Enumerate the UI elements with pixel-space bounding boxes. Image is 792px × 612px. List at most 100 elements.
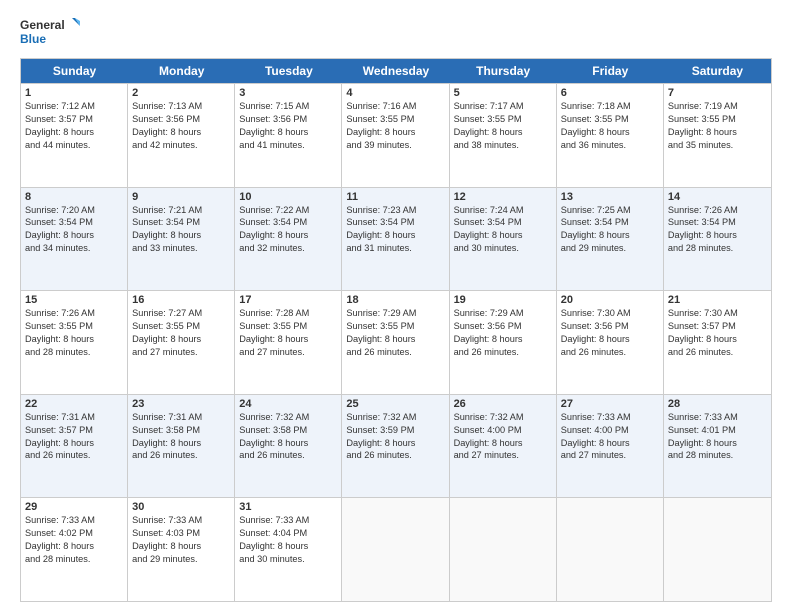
daylight-mins: and 29 minutes. — [132, 553, 230, 566]
daylight-mins: and 41 minutes. — [239, 139, 337, 152]
calendar-cell: 20Sunrise: 7:30 AMSunset: 3:56 PMDayligh… — [557, 291, 664, 394]
daylight: Daylight: 8 hours — [668, 229, 767, 242]
calendar-cell: 21Sunrise: 7:30 AMSunset: 3:57 PMDayligh… — [664, 291, 771, 394]
daylight-mins: and 30 minutes. — [454, 242, 552, 255]
daylight-mins: and 29 minutes. — [561, 242, 659, 255]
calendar-week-1: 1Sunrise: 7:12 AMSunset: 3:57 PMDaylight… — [21, 83, 771, 187]
calendar-cell: 30Sunrise: 7:33 AMSunset: 4:03 PMDayligh… — [128, 498, 235, 601]
daylight-mins: and 26 minutes. — [346, 346, 444, 359]
daylight: Daylight: 8 hours — [668, 126, 767, 139]
header-day-wednesday: Wednesday — [342, 59, 449, 83]
day-number: 16 — [132, 294, 230, 306]
sunrise: Sunrise: 7:33 AM — [239, 514, 337, 527]
calendar-cell — [342, 498, 449, 601]
daylight: Daylight: 8 hours — [25, 540, 123, 553]
daylight: Daylight: 8 hours — [132, 437, 230, 450]
sunset: Sunset: 3:57 PM — [25, 424, 123, 437]
sunrise: Sunrise: 7:25 AM — [561, 204, 659, 217]
day-number: 26 — [454, 398, 552, 410]
sunset: Sunset: 4:02 PM — [25, 527, 123, 540]
daylight: Daylight: 8 hours — [132, 540, 230, 553]
daylight-mins: and 35 minutes. — [668, 139, 767, 152]
sunrise: Sunrise: 7:33 AM — [25, 514, 123, 527]
calendar-cell: 23Sunrise: 7:31 AMSunset: 3:58 PMDayligh… — [128, 395, 235, 498]
sunset: Sunset: 3:55 PM — [668, 113, 767, 126]
daylight-mins: and 38 minutes. — [454, 139, 552, 152]
day-number: 25 — [346, 398, 444, 410]
sunset: Sunset: 3:56 PM — [561, 320, 659, 333]
sunrise: Sunrise: 7:16 AM — [346, 100, 444, 113]
day-number: 23 — [132, 398, 230, 410]
daylight-mins: and 30 minutes. — [239, 553, 337, 566]
sunset: Sunset: 3:58 PM — [239, 424, 337, 437]
sunset: Sunset: 3:54 PM — [668, 216, 767, 229]
daylight-mins: and 33 minutes. — [132, 242, 230, 255]
calendar-cell: 17Sunrise: 7:28 AMSunset: 3:55 PMDayligh… — [235, 291, 342, 394]
daylight-mins: and 26 minutes. — [132, 449, 230, 462]
calendar-cell: 29Sunrise: 7:33 AMSunset: 4:02 PMDayligh… — [21, 498, 128, 601]
daylight: Daylight: 8 hours — [561, 437, 659, 450]
calendar-cell: 3Sunrise: 7:15 AMSunset: 3:56 PMDaylight… — [235, 84, 342, 187]
day-number: 28 — [668, 398, 767, 410]
calendar-cell — [664, 498, 771, 601]
day-number: 3 — [239, 87, 337, 99]
sunset: Sunset: 3:54 PM — [132, 216, 230, 229]
sunset: Sunset: 3:55 PM — [346, 113, 444, 126]
header-day-monday: Monday — [128, 59, 235, 83]
calendar-cell: 18Sunrise: 7:29 AMSunset: 3:55 PMDayligh… — [342, 291, 449, 394]
calendar-cell: 24Sunrise: 7:32 AMSunset: 3:58 PMDayligh… — [235, 395, 342, 498]
calendar-cell: 14Sunrise: 7:26 AMSunset: 3:54 PMDayligh… — [664, 188, 771, 291]
sunset: Sunset: 3:55 PM — [239, 320, 337, 333]
daylight: Daylight: 8 hours — [239, 437, 337, 450]
sunset: Sunset: 3:54 PM — [239, 216, 337, 229]
calendar-cell: 26Sunrise: 7:32 AMSunset: 4:00 PMDayligh… — [450, 395, 557, 498]
daylight: Daylight: 8 hours — [561, 333, 659, 346]
sunset: Sunset: 3:57 PM — [25, 113, 123, 126]
sunrise: Sunrise: 7:32 AM — [239, 411, 337, 424]
sunrise: Sunrise: 7:31 AM — [25, 411, 123, 424]
sunrise: Sunrise: 7:29 AM — [454, 307, 552, 320]
sunset: Sunset: 3:55 PM — [561, 113, 659, 126]
daylight-mins: and 26 minutes. — [346, 449, 444, 462]
header-day-thursday: Thursday — [450, 59, 557, 83]
calendar-cell: 8Sunrise: 7:20 AMSunset: 3:54 PMDaylight… — [21, 188, 128, 291]
day-number: 27 — [561, 398, 659, 410]
sunset: Sunset: 3:59 PM — [346, 424, 444, 437]
sunset: Sunset: 4:03 PM — [132, 527, 230, 540]
day-number: 2 — [132, 87, 230, 99]
sunrise: Sunrise: 7:33 AM — [132, 514, 230, 527]
sunset: Sunset: 3:56 PM — [132, 113, 230, 126]
sunrise: Sunrise: 7:13 AM — [132, 100, 230, 113]
daylight: Daylight: 8 hours — [239, 540, 337, 553]
sunrise: Sunrise: 7:28 AM — [239, 307, 337, 320]
calendar-cell: 19Sunrise: 7:29 AMSunset: 3:56 PMDayligh… — [450, 291, 557, 394]
day-number: 18 — [346, 294, 444, 306]
daylight: Daylight: 8 hours — [239, 229, 337, 242]
sunset: Sunset: 3:57 PM — [668, 320, 767, 333]
calendar-cell: 5Sunrise: 7:17 AMSunset: 3:55 PMDaylight… — [450, 84, 557, 187]
sunset: Sunset: 4:00 PM — [454, 424, 552, 437]
daylight: Daylight: 8 hours — [346, 437, 444, 450]
day-number: 14 — [668, 191, 767, 203]
calendar-cell: 13Sunrise: 7:25 AMSunset: 3:54 PMDayligh… — [557, 188, 664, 291]
sunrise: Sunrise: 7:20 AM — [25, 204, 123, 217]
page: General Blue SundayMondayTuesdayWednesda… — [0, 0, 792, 612]
day-number: 12 — [454, 191, 552, 203]
day-number: 17 — [239, 294, 337, 306]
daylight: Daylight: 8 hours — [454, 437, 552, 450]
daylight-mins: and 28 minutes. — [25, 553, 123, 566]
sunset: Sunset: 4:04 PM — [239, 527, 337, 540]
calendar-cell: 6Sunrise: 7:18 AMSunset: 3:55 PMDaylight… — [557, 84, 664, 187]
day-number: 22 — [25, 398, 123, 410]
sunset: Sunset: 4:01 PM — [668, 424, 767, 437]
calendar-cell: 11Sunrise: 7:23 AMSunset: 3:54 PMDayligh… — [342, 188, 449, 291]
logo: General Blue — [20, 16, 80, 48]
svg-text:General: General — [20, 18, 65, 32]
sunset: Sunset: 4:00 PM — [561, 424, 659, 437]
daylight: Daylight: 8 hours — [132, 333, 230, 346]
day-number: 29 — [25, 501, 123, 513]
sunrise: Sunrise: 7:33 AM — [668, 411, 767, 424]
daylight-mins: and 28 minutes. — [25, 346, 123, 359]
calendar-cell: 10Sunrise: 7:22 AMSunset: 3:54 PMDayligh… — [235, 188, 342, 291]
daylight-mins: and 44 minutes. — [25, 139, 123, 152]
